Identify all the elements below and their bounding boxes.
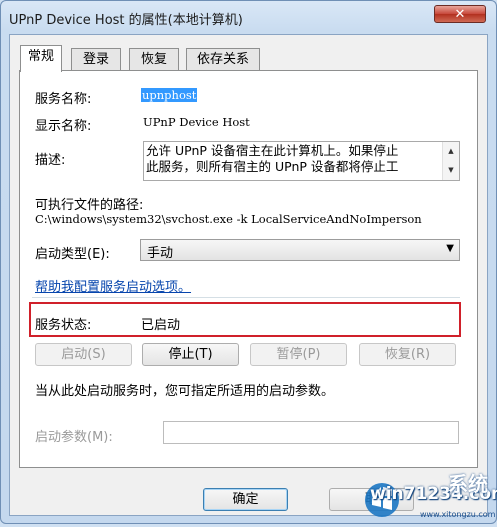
watermark-suffix: 系统 (448, 472, 488, 496)
service-status-value: 已启动 (141, 318, 181, 333)
start-button[interactable]: 启动(S) (35, 343, 132, 366)
description-textbox[interactable]: 允许 UPnP 设备宿主在此计算机上。如果停止 此服务，则所有宿主的 UPnP … (143, 141, 460, 181)
watermark: win71234.com 系统 www.xitongzu.com (362, 470, 497, 524)
pause-button[interactable]: 暂停(P) (250, 343, 347, 366)
chevron-down-icon: ▼ (446, 243, 454, 254)
description-scrollbar[interactable]: ▲ ▼ (442, 142, 459, 180)
divider (32, 297, 460, 298)
watermark-url: www.xitongzu.com (420, 510, 496, 519)
startup-type-select[interactable]: 手动 ▼ (140, 239, 460, 261)
service-name-label: 服务名称: (35, 92, 92, 107)
exe-path-label: 可执行文件的路径: (35, 198, 144, 213)
description-label: 描述: (35, 153, 66, 168)
scroll-down-icon[interactable]: ▼ (443, 161, 459, 180)
highlight-box (29, 302, 461, 337)
description-line-1: 允许 UPnP 设备宿主在此计算机上。如果停止 (146, 143, 399, 158)
resume-button[interactable]: 恢复(R) (359, 343, 456, 366)
ok-button[interactable]: 确定 (203, 488, 288, 511)
help-link[interactable]: 帮助我配置服务启动选项。 (35, 276, 191, 295)
scroll-up-icon[interactable]: ▲ (443, 142, 459, 161)
startup-type-value: 手动 (147, 246, 174, 261)
stop-button[interactable]: 停止(T) (142, 343, 239, 366)
start-params-hint: 当从此处启动服务时，您可指定所适用的启动参数。 (35, 384, 335, 399)
service-name-value[interactable]: upnphost (141, 88, 198, 102)
startup-type-label: 启动类型(E): (35, 247, 110, 262)
display-name-value[interactable]: UPnP Device Host (143, 115, 250, 129)
display-name-label: 显示名称: (35, 119, 92, 134)
start-params-label: 启动参数(M): (35, 430, 113, 445)
exe-path-value: C:\windows\system32\svchost.exe -k Local… (35, 212, 422, 226)
description-line-2: 此服务，则所有宿主的 UPnP 设备都将停止工 (146, 159, 399, 174)
service-status-label: 服务状态: (35, 318, 92, 333)
start-params-input[interactable] (163, 421, 459, 444)
